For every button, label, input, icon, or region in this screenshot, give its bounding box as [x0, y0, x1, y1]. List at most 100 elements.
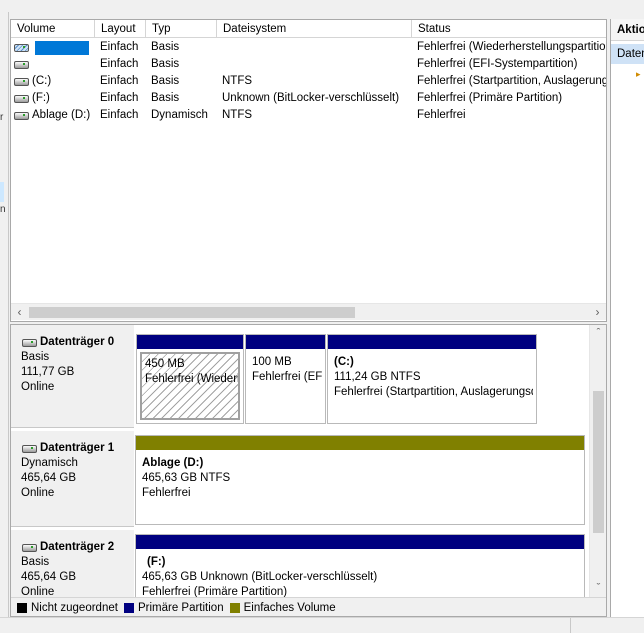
actions-title: Aktionen	[611, 19, 644, 41]
column-header-filesystem[interactable]: Dateisystem	[217, 20, 412, 38]
type-cell: Basis	[151, 92, 180, 104]
status-cell: Fehlerfrei (EFI-Systempartition)	[417, 58, 578, 70]
volume-cell: Ablage (D:)	[11, 107, 95, 124]
column-header-status[interactable]: Status	[412, 20, 606, 38]
disk-name-text: Datenträger 0	[40, 336, 115, 348]
filesystem-cell	[217, 56, 412, 73]
type-cell: Basis	[151, 41, 180, 53]
partition-bar	[328, 335, 536, 349]
volume-selected-cell[interactable]	[35, 40, 89, 55]
volume-cell: (F:)	[11, 90, 95, 107]
disk-type: Basis	[21, 351, 50, 363]
volume-list-header: Volume Layout Typ Dateisystem Status	[11, 20, 606, 38]
scroll-down-icon[interactable]: ˇ	[590, 580, 606, 597]
partition-size: 111,24 GB NTFS	[334, 371, 421, 383]
partition-bar	[136, 535, 584, 549]
layout-cell: Einfach	[100, 75, 139, 87]
vertical-scrollbar[interactable]: ˆ ˇ	[589, 325, 606, 597]
disk-name-text: Datenträger 2	[40, 541, 115, 553]
partition[interactable]: (C:) 111,24 GB NTFS Fehlerfrei (Startpar…	[327, 334, 537, 424]
filesystem-cell: NTFS	[222, 75, 253, 87]
disk-row[interactable]: Datenträger 0 Basis 111,77 GB Online 450…	[11, 325, 589, 428]
partition-body: (C:) 111,24 GB NTFS Fehlerfrei (Startpar…	[331, 352, 533, 420]
volume-row[interactable]: Einfach Basis Fehlerfrei (EFI-Systempart…	[11, 56, 606, 73]
type-cell: Basis	[151, 75, 180, 87]
disk-label[interactable]: Datenträger 1 Dynamisch 465,64 GB Online	[11, 431, 134, 527]
partition-status: Fehlerfrei (EFI-Systempartition)	[252, 371, 322, 383]
column-header-type[interactable]: Typ	[146, 20, 217, 38]
column-header-volume[interactable]: Volume	[11, 20, 95, 38]
disk-state: Online	[21, 487, 55, 499]
legend-label: Einfaches Volume	[243, 602, 336, 614]
scroll-up-icon[interactable]: ˆ	[590, 325, 606, 342]
layout-cell: Einfach	[100, 58, 139, 70]
disk-label[interactable]: Datenträger 0 Basis 111,77 GB Online	[11, 325, 134, 428]
partition[interactable]: Ablage (D:) 465,63 GB NTFS Fehlerfrei	[135, 435, 585, 525]
status-cell: Fehlerfrei (Primäre Partition)	[417, 92, 563, 104]
status-cell: Fehlerfrei (Startpartition, Auslagerungs…	[417, 75, 606, 87]
partition-body: 100 MB Fehlerfrei (EFI-Systempartition)	[249, 352, 322, 420]
tree-fragment: n	[0, 204, 6, 215]
disk-size: 465,64 GB	[21, 571, 76, 583]
disk-size: 465,64 GB	[21, 472, 76, 484]
volume-row[interactable]: (C:) Einfach Basis NTFS Fehlerfrei (Star…	[11, 73, 606, 90]
disk-name: Datenträger 0	[21, 335, 134, 350]
scroll-left-icon[interactable]: ‹	[11, 304, 28, 321]
volume-icon	[13, 43, 29, 52]
disk-icon	[21, 543, 37, 552]
partition-body: 450 MB Fehlerfrei (Wiederherstellungspar…	[140, 352, 240, 420]
status-cell: Fehlerfrei	[417, 109, 466, 121]
partition-title: (F:)	[147, 556, 166, 568]
window-top-strip	[0, 0, 644, 12]
partition-bar	[136, 436, 584, 450]
layout-cell: Einfach	[100, 41, 139, 53]
tree-fragment: r	[0, 112, 4, 123]
disk-icon	[21, 444, 37, 453]
volume-cell	[11, 39, 95, 56]
triangle-right-icon[interactable]: ▸	[636, 69, 641, 80]
console-tree-edge: r n	[0, 12, 9, 617]
disk-icon	[21, 338, 37, 347]
filesystem-cell: Unknown (BitLocker-verschlüsselt)	[222, 92, 400, 104]
actions-item[interactable]: Datenträgerverwaltung	[611, 44, 644, 64]
disk-partitions: 450 MB Fehlerfrei (Wiederherstellungspar…	[134, 334, 589, 428]
column-header-layout[interactable]: Layout	[95, 20, 146, 38]
legend-swatch	[229, 603, 240, 613]
partition-status: Fehlerfrei (Wiederherstellungspartition)	[145, 373, 238, 385]
volume-name: (F:)	[32, 92, 50, 104]
partition-size: 450 MB	[145, 358, 185, 370]
actions-pane: Aktionen Datenträgerverwaltung ▸	[610, 19, 644, 617]
disk-view[interactable]: Datenträger 0 Basis 111,77 GB Online 450…	[10, 324, 607, 617]
filesystem-cell: NTFS	[222, 109, 253, 121]
scroll-right-icon[interactable]: ›	[589, 304, 606, 321]
partition[interactable]: 100 MB Fehlerfrei (EFI-Systempartition)	[245, 334, 326, 424]
tree-selected-fragment[interactable]	[0, 182, 4, 202]
scrollbar-thumb[interactable]	[593, 391, 604, 533]
volume-icon	[13, 94, 29, 103]
type-cell: Basis	[151, 58, 180, 70]
type-cell: Dynamisch	[151, 109, 208, 121]
volume-name: Ablage (D:)	[32, 109, 91, 121]
volume-list[interactable]: Volume Layout Typ Dateisystem Status Ein…	[10, 19, 607, 322]
volume-row[interactable]: (F:) Einfach Basis Unknown (BitLocker-ve…	[11, 90, 606, 107]
partition[interactable]: 450 MB Fehlerfrei (Wiederherstellungspar…	[136, 334, 244, 424]
partition-title: (C:)	[334, 356, 354, 368]
partition-size: 465,63 GB Unknown (BitLocker-verschlüsse…	[142, 571, 378, 583]
disk-row[interactable]: Datenträger 1 Dynamisch 465,64 GB Online…	[11, 431, 589, 527]
disk-type: Basis	[21, 556, 50, 568]
horizontal-scrollbar[interactable]: ‹ ›	[11, 303, 606, 320]
volume-cell	[11, 56, 95, 73]
legend: Nicht zugeordnet Primäre Partition Einfa…	[11, 597, 606, 616]
legend-label: Nicht zugeordnet	[31, 602, 118, 614]
volume-row[interactable]: Ablage (D:) Einfach Dynamisch NTFS Fehle…	[11, 107, 606, 124]
disk-partitions: Ablage (D:) 465,63 GB NTFS Fehlerfrei	[134, 435, 586, 525]
disk-name-text: Datenträger 1	[40, 442, 115, 454]
legend-swatch	[17, 603, 27, 613]
legend-label: Primäre Partition	[137, 602, 224, 614]
status-cell: Fehlerfrei (Wiederherstellungspartition)	[417, 41, 606, 53]
scrollbar-thumb[interactable]	[29, 307, 355, 318]
layout-cell: Einfach	[100, 109, 139, 121]
volume-row[interactable]: Einfach Basis Fehlerfrei (Wiederherstell…	[11, 39, 606, 56]
partition-size: 465,63 GB NTFS	[142, 472, 231, 484]
partition-bar	[137, 335, 243, 349]
